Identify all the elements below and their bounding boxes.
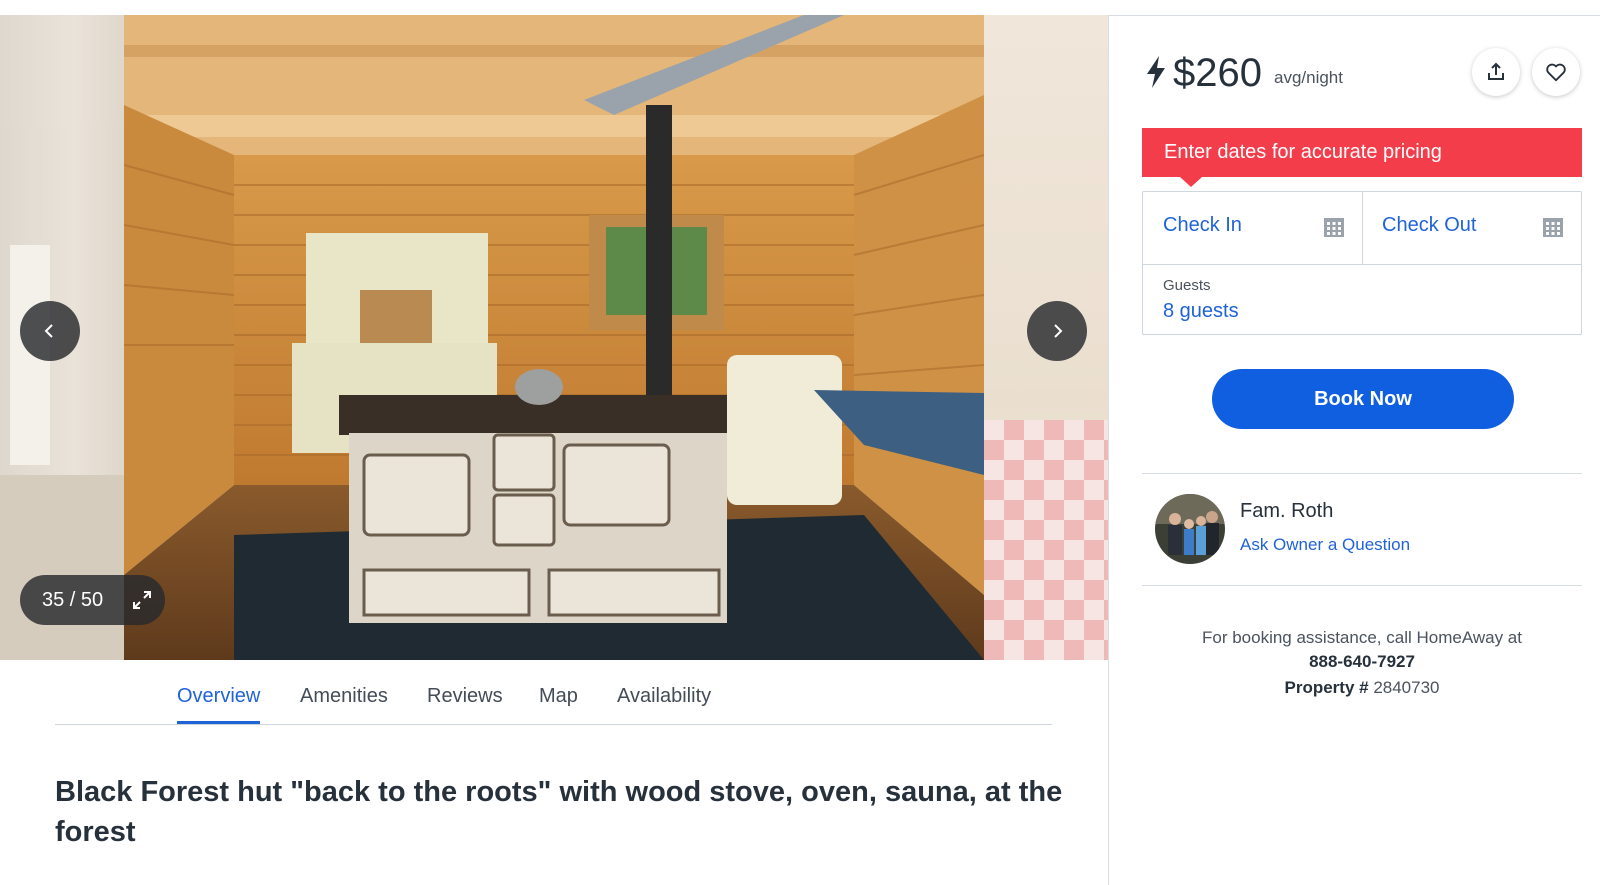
guests-value: 8 guests [1163,300,1239,322]
share-button[interactable] [1472,48,1520,96]
nightly-price: $260 [1173,51,1262,95]
previous-photo-button[interactable] [20,301,80,361]
check-in-label: Check In [1163,214,1242,236]
lightning-icon [1147,56,1165,88]
tab-reviews[interactable]: Reviews [427,680,503,724]
section-tabs: Overview Amenities Reviews Map Availabil… [55,680,1052,725]
property-label: Property # [1284,678,1369,697]
photo-gallery [0,15,1108,660]
favorite-button[interactable] [1532,48,1580,96]
property-number: 2840730 [1373,678,1440,697]
pricing-alert-tip [1180,177,1202,187]
photo-counter: 35 / 50 [20,575,165,625]
tab-overview[interactable]: Overview [177,680,261,724]
price-row: $260 avg/night [1145,46,1343,96]
expand-icon[interactable] [131,589,153,611]
chevron-left-icon [44,324,53,338]
divider [1142,473,1582,474]
column-divider [1108,15,1109,885]
heart-icon [1546,63,1566,82]
calendar-icon [1324,218,1344,237]
calendar-icon [1543,218,1563,237]
property-number-line: Property # 2840730 [1142,676,1582,700]
pricing-alert: Enter dates for accurate pricing [1142,128,1582,177]
guests-field[interactable]: Guests 8 guests [1143,264,1581,334]
check-in-field[interactable]: Check In [1143,192,1363,265]
check-out-label: Check Out [1382,214,1477,236]
assistance-text: For booking assistance, call HomeAway at [1201,628,1522,647]
owner-avatar [1155,494,1225,564]
tab-map[interactable]: Map [539,680,578,724]
chevron-right-icon [1054,324,1063,338]
tab-amenities[interactable]: Amenities [300,680,388,724]
divider [1142,585,1582,586]
share-icon [1488,62,1504,80]
assistance-phone[interactable]: 888-640-7927 [1142,650,1582,674]
booking-assistance: For booking assistance, call HomeAway at… [1142,626,1582,700]
check-out-field[interactable]: Check Out [1362,192,1581,265]
photo-counter-text: 35 / 50 [42,588,104,611]
main-photo [124,15,984,660]
guests-label: Guests [1163,277,1211,294]
tab-availability[interactable]: Availability [617,680,711,724]
top-bar [0,0,1600,16]
listing-title: Black Forest hut "back to the roots" wit… [55,776,1063,848]
book-now-button[interactable]: Book Now [1212,369,1514,429]
owner-name: Fam. Roth [1240,500,1334,522]
ask-owner-link[interactable]: Ask Owner a Question [1240,535,1410,555]
next-photo-button[interactable] [1027,301,1087,361]
booking-widget: Check In Check Out Guests 8 guests [1142,191,1582,335]
price-unit: avg/night [1273,68,1343,87]
